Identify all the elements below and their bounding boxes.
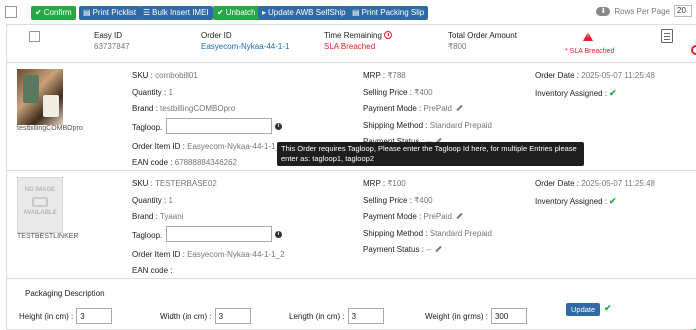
unbatch-button[interactable]: ✔ Unbatch xyxy=(213,6,260,20)
tagloop-label: Tagloop. xyxy=(132,231,163,240)
packaging-section: Packaging Description Height (in cm) : W… xyxy=(7,281,696,330)
truck-icon: ▸ xyxy=(262,8,267,17)
total-amount-value: ₹800 xyxy=(448,42,467,51)
time-remaining-column: Time Remaining SLA Breached xyxy=(324,31,392,51)
ean-field: EAN code : 67888884346262 xyxy=(132,158,237,167)
update-awb-selfship-button[interactable]: ▸ Update AWB SelfShip xyxy=(258,6,350,20)
rows-per-page-select[interactable]: 20 xyxy=(674,5,692,17)
inventory-assigned-field: Inventory Assigned : ✔ xyxy=(535,196,617,206)
info-icon[interactable]: i xyxy=(275,231,282,238)
mrp-field: MRP : ₹788 xyxy=(363,71,406,80)
check-icon: ✔ xyxy=(35,8,42,17)
order-item-id-field: Order Item ID : Easyecom-Nykaa-44-1-1_2 xyxy=(132,250,285,259)
check-icon: ✔ xyxy=(609,88,617,98)
order-id-link[interactable]: Easyecom-Nykaa-44-1-1 xyxy=(201,42,289,51)
order-date-field: Order Date : 2025-05-07 11:25:48 xyxy=(535,179,655,188)
order-item: NO IMAGE AVAILABLE TESTBESTLINKER SKU : … xyxy=(7,173,696,279)
order-date-field: Order Date : 2025-05-07 11:25:48 xyxy=(535,71,655,80)
tagloop-tooltip: This Order requires Tagloop, Please ente… xyxy=(277,142,584,166)
width-input[interactable] xyxy=(214,308,251,324)
confirm-button[interactable]: ✔ Confirm xyxy=(31,6,76,20)
brand-field: Brand : Tyaani xyxy=(132,212,184,221)
brand-field: Brand : testbillingCOMBOpro xyxy=(132,104,236,113)
check-icon: ✔ xyxy=(217,8,224,17)
list-icon: ☰ xyxy=(143,8,151,17)
order-header: Easy ID 63737847 Order ID Easyecom-Nykaa… xyxy=(7,25,696,63)
print-icon: ▤ xyxy=(83,8,91,17)
edit-icon[interactable] xyxy=(456,212,463,220)
weight-field: Weight (in grms) : xyxy=(425,308,527,324)
height-field: Height (in cm) : xyxy=(19,308,113,324)
selling-price-field: Selling Price : ₹400 xyxy=(363,88,433,97)
time-remaining-value: SLA Breached xyxy=(324,42,376,51)
info-icon[interactable]: i xyxy=(275,123,282,130)
sku-field: SKU : TESTERBASE02 xyxy=(132,179,217,188)
payment-status-field: Payment Status : -- xyxy=(363,245,443,254)
print-packing-slip-button[interactable]: ▤ Print Packing Slip xyxy=(348,6,429,20)
product-caption: testbillingCOMBOpro xyxy=(17,125,83,132)
shipping-method-field: Shipping Method : Standard Prepaid xyxy=(363,121,492,130)
weight-input[interactable] xyxy=(490,308,527,324)
shipping-method-field: Shipping Method : Standard Prepaid xyxy=(363,229,492,238)
ean-field: EAN code : xyxy=(132,266,173,275)
rows-per-page-control: ⬇ Rows Per Page 20 xyxy=(596,5,692,17)
toolbar: ✔ Confirm ▤ Print Picklist ☰ Bulk Insert… xyxy=(0,0,696,24)
download-icon[interactable]: ⬇ xyxy=(596,5,611,17)
update-button[interactable]: Update xyxy=(566,303,601,316)
payment-mode-field: Payment Mode : PrePaid xyxy=(363,212,463,221)
warning-icon xyxy=(583,32,593,41)
product-image xyxy=(17,69,63,125)
easy-id-value: 63737847 xyxy=(94,42,130,51)
length-field: Length (in cm) : xyxy=(289,308,384,324)
camera-icon xyxy=(32,197,48,207)
sla-breached-warning: * SLA Breached xyxy=(565,48,615,55)
total-amount-column: Total Order Amount ₹800 xyxy=(448,31,517,51)
quantity-field: Quantity : 1 xyxy=(132,196,173,205)
easy-id-column: Easy ID 63737847 xyxy=(94,31,130,51)
document-icon[interactable] xyxy=(661,29,673,43)
height-input[interactable] xyxy=(76,308,113,324)
order-item-id-field: Order Item ID : Easyecom-Nykaa-44-1-1_1 xyxy=(132,142,285,151)
tagloop-input[interactable] xyxy=(166,226,272,242)
no-image-placeholder: NO IMAGE AVAILABLE xyxy=(17,177,63,233)
tagloop-input[interactable] xyxy=(166,118,272,134)
packaging-title: Packaging Description xyxy=(25,289,105,298)
mrp-field: MRP : ₹100 xyxy=(363,179,406,188)
width-field: Width (in cm) : xyxy=(160,308,251,324)
status-indicator-icon xyxy=(691,45,696,55)
bulk-insert-imei-button[interactable]: ☰ Bulk Insert IMEI xyxy=(139,6,213,20)
sku-field: SKU : combobill01 xyxy=(132,71,198,80)
check-icon: ✔ xyxy=(604,303,612,313)
check-icon: ✔ xyxy=(609,196,617,206)
edit-icon[interactable] xyxy=(456,104,463,112)
print-picklist-button[interactable]: ▤ Print Picklist xyxy=(79,6,141,20)
inventory-assigned-field: Inventory Assigned : ✔ xyxy=(535,88,617,98)
clock-icon xyxy=(383,31,392,39)
payment-mode-field: Payment Mode : PrePaid xyxy=(363,104,463,113)
edit-icon[interactable] xyxy=(435,245,443,253)
length-input[interactable] xyxy=(347,308,384,324)
selling-price-field: Selling Price : ₹400 xyxy=(363,196,433,205)
quantity-field: Quantity : 1 xyxy=(132,88,173,97)
order-card: Easy ID 63737847 Order ID Easyecom-Nykaa… xyxy=(6,24,696,330)
select-all-checkbox[interactable] xyxy=(5,6,17,18)
print-icon: ▤ xyxy=(352,8,360,17)
order-checkbox[interactable] xyxy=(29,31,40,42)
product-caption: TESTBESTLINKER xyxy=(17,233,79,240)
order-id-column: Order ID Easyecom-Nykaa-44-1-1 xyxy=(201,31,290,51)
rows-per-page-label: Rows Per Page xyxy=(614,6,670,16)
tagloop-label: Tagloop. xyxy=(132,123,163,132)
